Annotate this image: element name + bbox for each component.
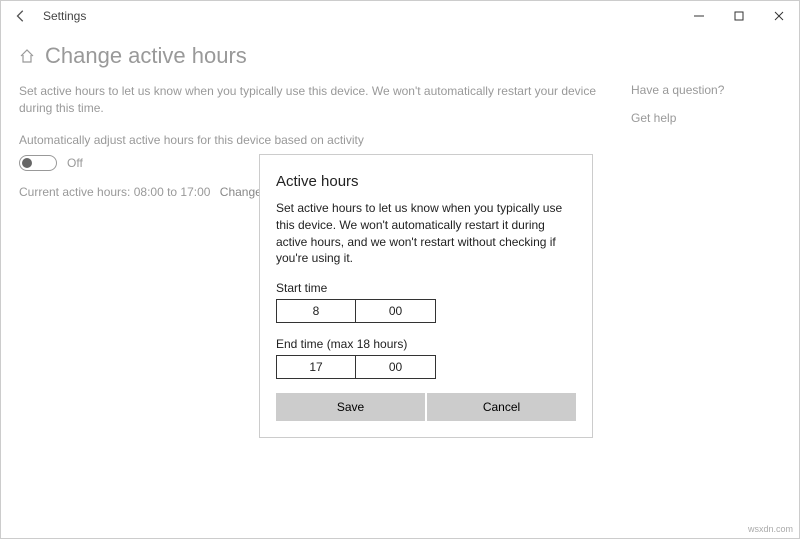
- home-icon[interactable]: [19, 47, 37, 65]
- close-button[interactable]: [759, 1, 799, 31]
- toggle-knob: [22, 158, 32, 168]
- cancel-button[interactable]: Cancel: [427, 393, 576, 421]
- dialog-description: Set active hours to let us know when you…: [276, 200, 576, 267]
- end-hour-picker[interactable]: 17: [276, 355, 356, 379]
- auto-adjust-label: Automatically adjust active hours for th…: [19, 133, 631, 147]
- minimize-button[interactable]: [679, 1, 719, 31]
- start-hour-picker[interactable]: 8: [276, 299, 356, 323]
- end-time-row: 17 00: [276, 355, 576, 379]
- start-time-row: 8 00: [276, 299, 576, 323]
- current-hours-value: 08:00 to 17:00: [134, 185, 211, 199]
- watermark: wsxdn.com: [748, 524, 793, 534]
- aside-column: Have a question? Get help: [631, 83, 781, 199]
- description-text: Set active hours to let us know when you…: [19, 83, 631, 117]
- start-time-label: Start time: [276, 281, 576, 295]
- current-hours-prefix: Current active hours:: [19, 185, 134, 199]
- end-minute-picker[interactable]: 00: [356, 355, 436, 379]
- active-hours-dialog: Active hours Set active hours to let us …: [259, 154, 593, 438]
- dialog-buttons: Save Cancel: [276, 393, 576, 421]
- titlebar: Settings: [1, 1, 799, 31]
- back-button[interactable]: [9, 4, 33, 28]
- save-button[interactable]: Save: [276, 393, 425, 421]
- end-time-label: End time (max 18 hours): [276, 337, 576, 351]
- window-controls: [679, 1, 799, 31]
- maximize-button[interactable]: [719, 1, 759, 31]
- start-minute-picker[interactable]: 00: [356, 299, 436, 323]
- window-title: Settings: [43, 9, 86, 23]
- page-title: Change active hours: [45, 43, 247, 69]
- have-question-link[interactable]: Have a question?: [631, 83, 781, 97]
- dialog-title: Active hours: [276, 173, 576, 190]
- get-help-link[interactable]: Get help: [631, 111, 781, 125]
- auto-adjust-toggle[interactable]: [19, 155, 57, 171]
- change-link[interactable]: Change: [220, 185, 262, 199]
- toggle-state-label: Off: [67, 156, 83, 170]
- page-header: Change active hours: [1, 31, 799, 83]
